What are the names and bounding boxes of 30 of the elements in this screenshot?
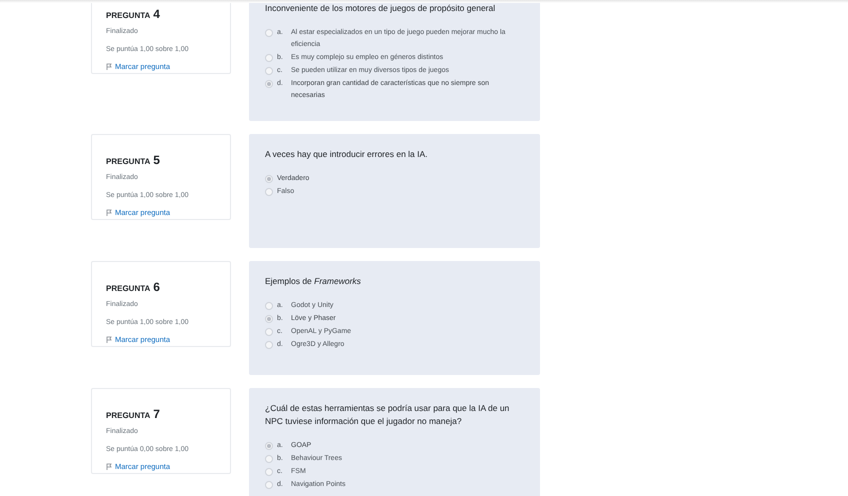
question-text: ¿Cuál de estas herramientas se podría usar para que la IA de un NPC tuviese información que el jugador no maneja? [265,402,510,428]
radio-button[interactable] [265,188,273,196]
question-number: 7 [153,406,160,423]
question-text: Ejemplos de Frameworks [265,275,362,288]
question-label: PREGUNTA [106,283,150,295]
question-number: 4 [153,6,160,23]
radio-button[interactable] [265,175,273,183]
radio-button[interactable] [265,442,273,450]
question-label: PREGUNTA [106,410,150,422]
flag-icon [106,463,112,470]
question-number: 6 [153,279,160,296]
question-label: PREGUNTA [106,156,150,168]
radio-button[interactable] [265,481,273,489]
question-text: A veces hay que introducir errores en la IA. [265,148,429,161]
question-number: 5 [153,152,160,169]
radio-button[interactable] [265,455,273,463]
question-text: Inconveniente de los motores de juegos de propósito general [265,2,496,15]
radio-button[interactable] [265,315,273,323]
radio-button[interactable] [265,328,273,336]
radio-button[interactable] [265,54,273,62]
flag-icon [106,336,112,344]
flag-icon [106,63,112,70]
radio-button[interactable] [265,80,273,88]
radio-button[interactable] [265,67,273,75]
flag-icon [106,209,112,216]
question-label: PREGUNTA [106,10,150,22]
radio-button[interactable] [265,29,273,37]
radio-button[interactable] [265,468,273,476]
radio-button[interactable] [265,341,273,349]
radio-button[interactable] [265,302,273,310]
